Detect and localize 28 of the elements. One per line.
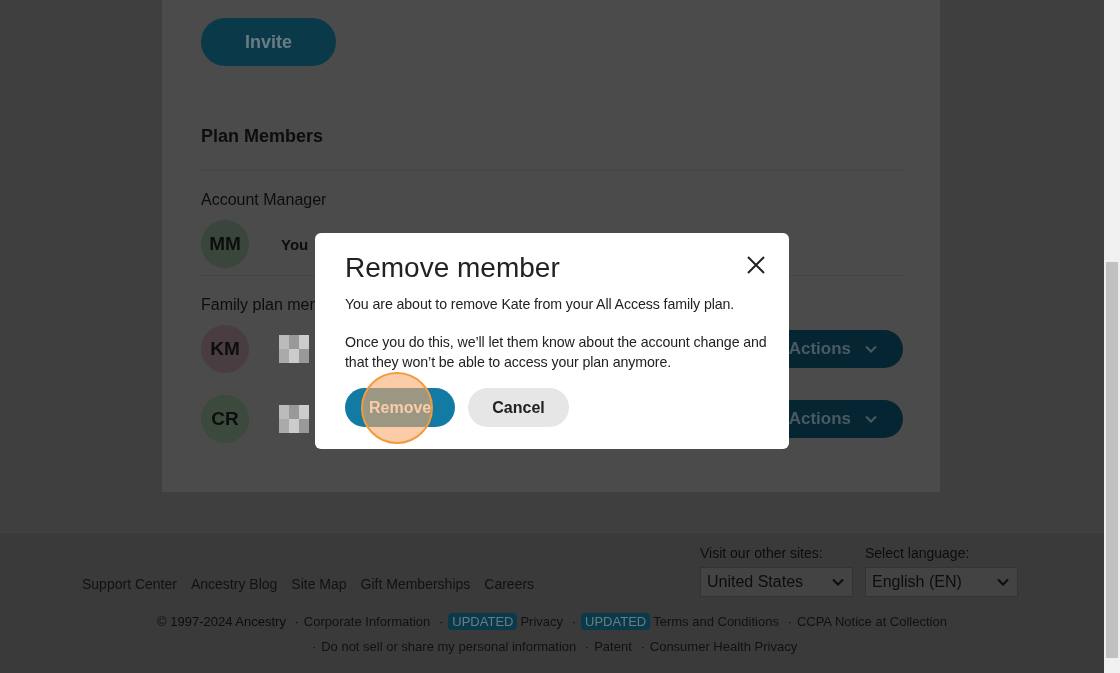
dialog-text: You are about to remove Kate from your All Access family plan. xyxy=(345,295,736,314)
separator-dot: · xyxy=(311,639,317,654)
chevron-down-icon xyxy=(865,345,877,353)
remove-button[interactable]: Remove xyxy=(345,388,456,427)
dialog-title: Remove member xyxy=(345,251,560,284)
avatar: MM xyxy=(201,220,249,268)
separator-dot: · xyxy=(438,614,444,629)
avatar: KM xyxy=(201,325,249,373)
section-title: Plan Members xyxy=(201,126,325,148)
separator-dot: · xyxy=(571,614,577,629)
cancel-button[interactable]: Cancel xyxy=(468,388,569,427)
pixelated-name-drawing xyxy=(279,335,309,363)
avatar: CR xyxy=(201,395,249,443)
separator-dot: · xyxy=(584,639,590,654)
separator-dot: · xyxy=(640,639,645,654)
chevron-down-icon xyxy=(865,415,877,423)
separator-dot: · xyxy=(787,614,792,629)
updated-badge: UPDATED xyxy=(448,613,518,630)
member-name: You xyxy=(281,235,309,253)
chevron-down-icon xyxy=(832,578,844,586)
invite-button[interactable]: Invite xyxy=(201,18,336,66)
updated-badge: UPDATED xyxy=(581,613,651,630)
close-icon xyxy=(747,256,765,274)
group-heading: Account Manager xyxy=(201,191,327,209)
separator-dot: · xyxy=(294,614,299,629)
chevron-down-icon xyxy=(997,578,1009,586)
pixelated-name-drawing xyxy=(279,405,309,433)
scrollbar[interactable] xyxy=(1104,0,1120,673)
